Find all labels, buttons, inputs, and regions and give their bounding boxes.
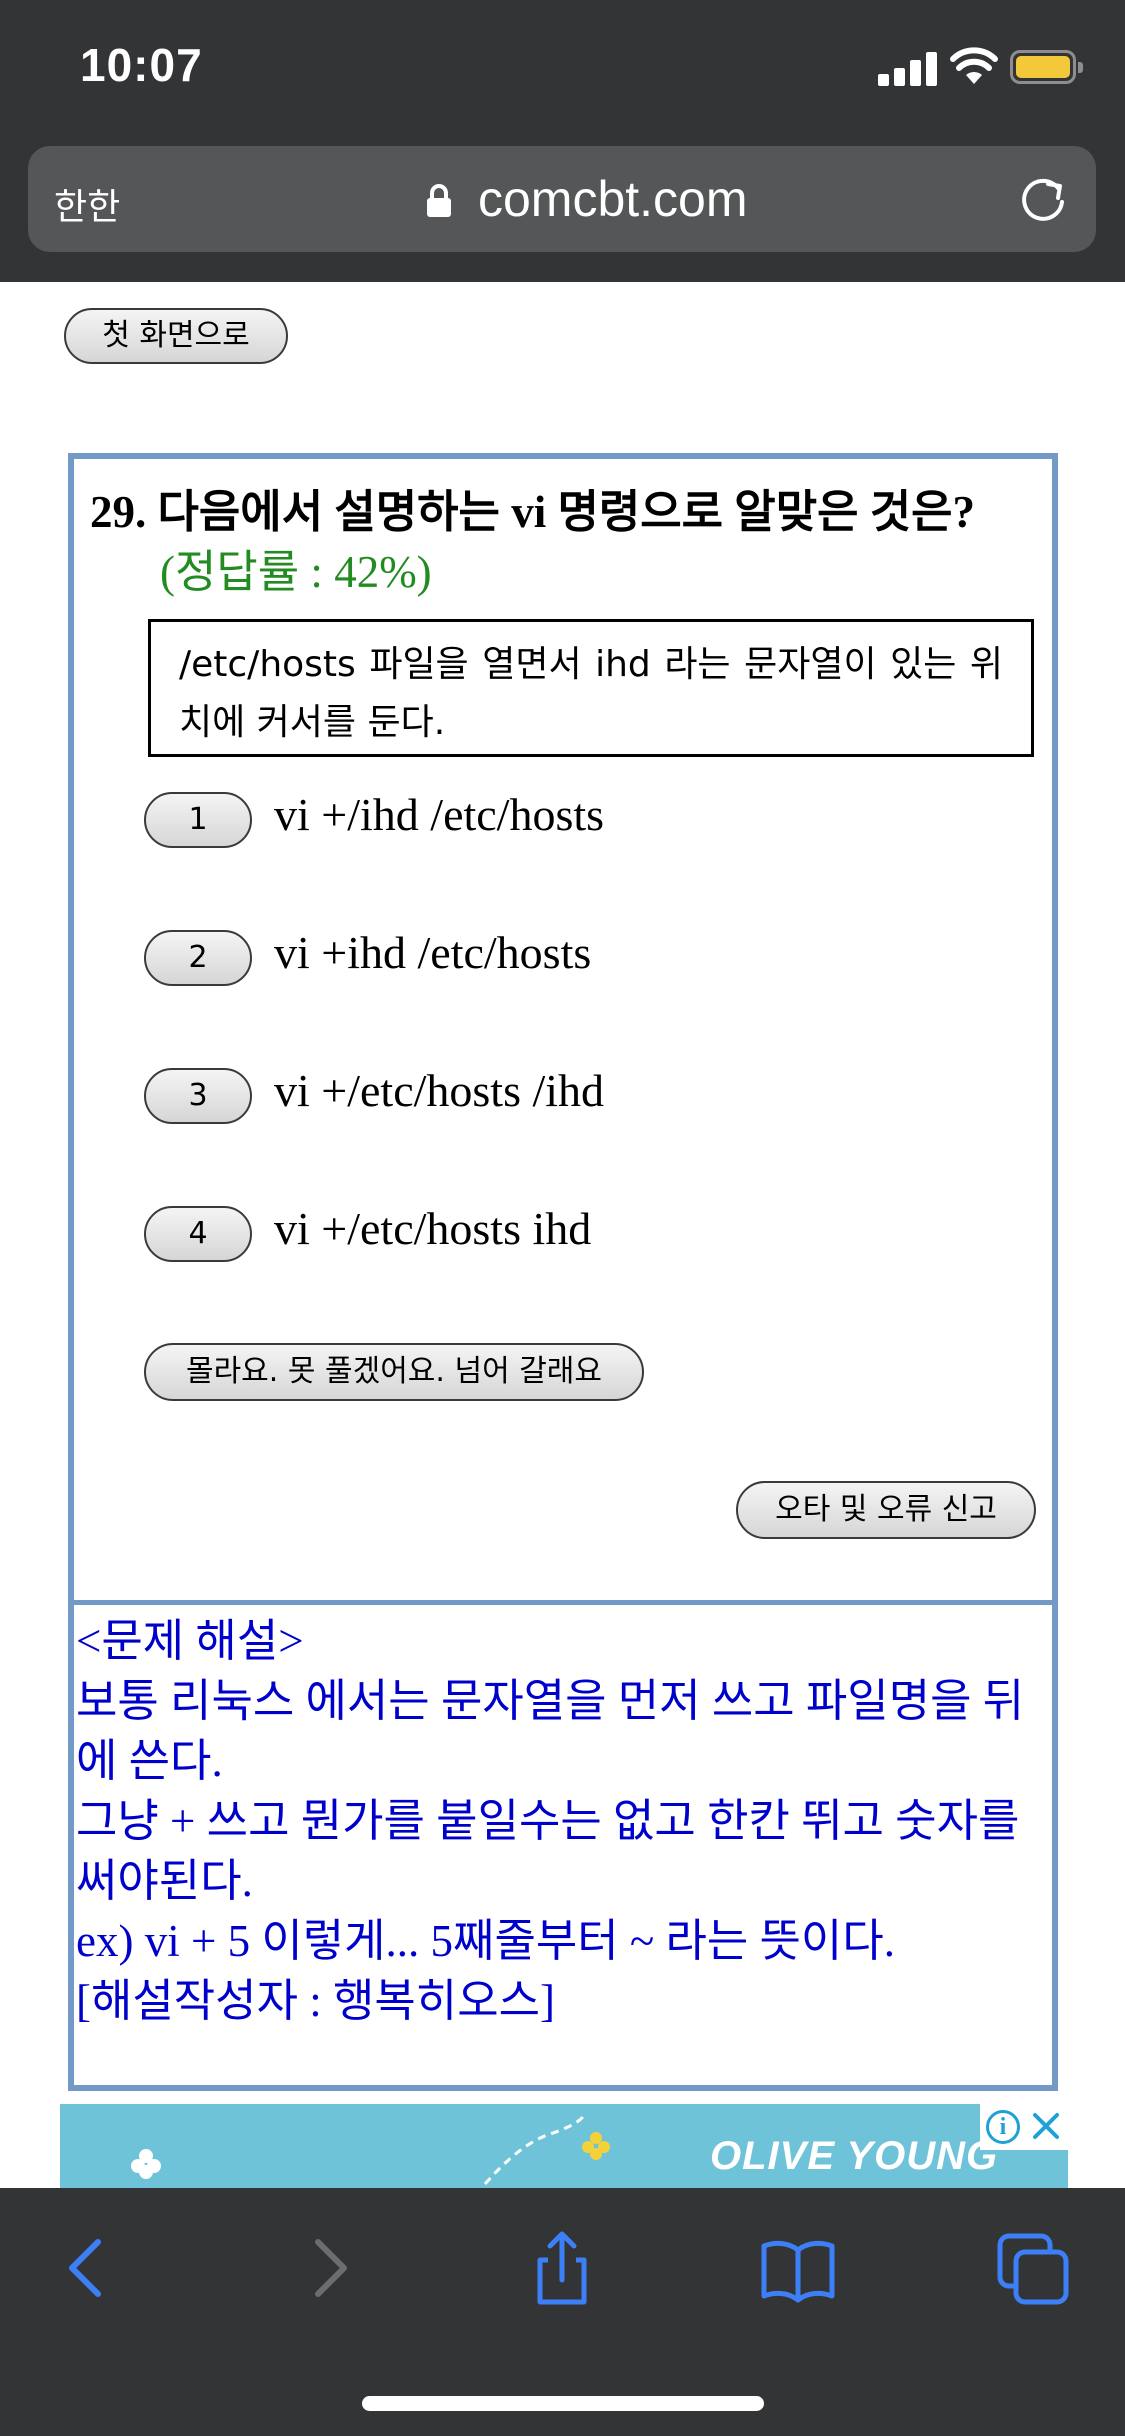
ad-brand-text: OLIVE YOUNG xyxy=(710,2134,999,2178)
reload-icon[interactable] xyxy=(1018,174,1070,226)
option-1[interactable]: 1 vi +/ihd /etc/hosts xyxy=(144,789,984,850)
option-3-button[interactable]: 3 xyxy=(144,1068,252,1124)
text-size-button[interactable]: 한한 xyxy=(54,178,120,230)
explanation-author: [해설작성자 : 행복히오스] xyxy=(76,1976,555,2026)
option-1-button[interactable]: 1 xyxy=(144,792,252,848)
report-error-button[interactable]: 오타 및 오류 신고 xyxy=(736,1481,1036,1539)
url-text[interactable]: comcbt.com xyxy=(478,170,748,228)
question-box: 29. 다음에서 설명하는 vi 명령으로 알맞은 것은? (정답률 : 42%… xyxy=(68,453,1058,2091)
tabs-icon[interactable] xyxy=(994,2228,1074,2308)
signal-icon xyxy=(878,50,938,86)
option-2[interactable]: 2 vi +ihd /etc/hosts xyxy=(144,927,984,988)
lock-icon xyxy=(427,184,451,217)
question-passage: /etc/hosts 파일을 열면서 ihd 라는 문자열이 있는 위치에 커서… xyxy=(148,619,1034,757)
dashed-path-decoration xyxy=(483,2113,587,2185)
explanation-line-3: ex) vi + 5 이렇게... 5째줄부터 ~ 라는 뜻이다. xyxy=(76,1916,895,1966)
explanation-line-1: 보통 리눅스 에서는 문자열을 먼저 쓰고 파일명을 뒤에 쓴다. xyxy=(76,1676,1025,1786)
option-4-text: vi +/etc/hosts ihd xyxy=(274,1203,592,1254)
back-icon[interactable] xyxy=(48,2228,128,2308)
bookmarks-icon[interactable] xyxy=(758,2228,838,2308)
question-title: 29. 다음에서 설명하는 vi 명령으로 알맞은 것은? xyxy=(90,487,976,537)
browser-address-area: 한한 comcbt.com xyxy=(0,140,1125,282)
wifi-icon xyxy=(950,47,998,84)
option-4-button[interactable]: 4 xyxy=(144,1206,252,1262)
home-button[interactable]: 첫 화면으로 xyxy=(64,308,288,364)
option-4[interactable]: 4 vi +/etc/hosts ihd xyxy=(144,1203,984,1264)
status-time: 10:07 xyxy=(80,39,203,91)
explanation-line-2: 그냥 + 쓰고 뭔가를 붙일수는 없고 한칸 뛰고 숫자를 써야된다. xyxy=(76,1796,1020,1906)
home-indicator xyxy=(362,2396,764,2411)
ad-close-icon[interactable] xyxy=(1028,2108,1064,2144)
forward-icon[interactable] xyxy=(288,2228,368,2308)
flower-decoration-icon xyxy=(131,2149,161,2179)
option-3-text: vi +/etc/hosts /ihd xyxy=(274,1065,605,1116)
option-3[interactable]: 3 vi +/etc/hosts /ihd xyxy=(144,1065,984,1126)
correct-rate: (정답률 : 42%) xyxy=(160,547,432,597)
option-2-button[interactable]: 2 xyxy=(144,930,252,986)
battery-icon xyxy=(1010,50,1083,84)
ad-banner[interactable]: OLIVE YOUNG i xyxy=(60,2104,1068,2188)
ad-info-icon[interactable]: i xyxy=(986,2110,1020,2144)
share-icon[interactable] xyxy=(522,2228,602,2308)
skip-button[interactable]: 몰라요. 못 풀겠어요. 넘어 갈래요 xyxy=(144,1343,644,1401)
section-divider xyxy=(74,1600,1052,1605)
option-1-text: vi +/ihd /etc/hosts xyxy=(274,789,605,840)
option-2-text: vi +ihd /etc/hosts xyxy=(274,927,592,978)
address-bar[interactable]: 한한 comcbt.com xyxy=(28,146,1096,252)
ad-controls: i xyxy=(980,2104,1068,2150)
explanation-heading: <문제 해설> xyxy=(76,1616,304,1666)
status-bar: 10:07 xyxy=(0,0,1125,140)
explanation: <문제 해설> 보통 리눅스 에서는 문자열을 먼저 쓰고 파일명을 뒤에 쓴다… xyxy=(74,1611,1052,2031)
